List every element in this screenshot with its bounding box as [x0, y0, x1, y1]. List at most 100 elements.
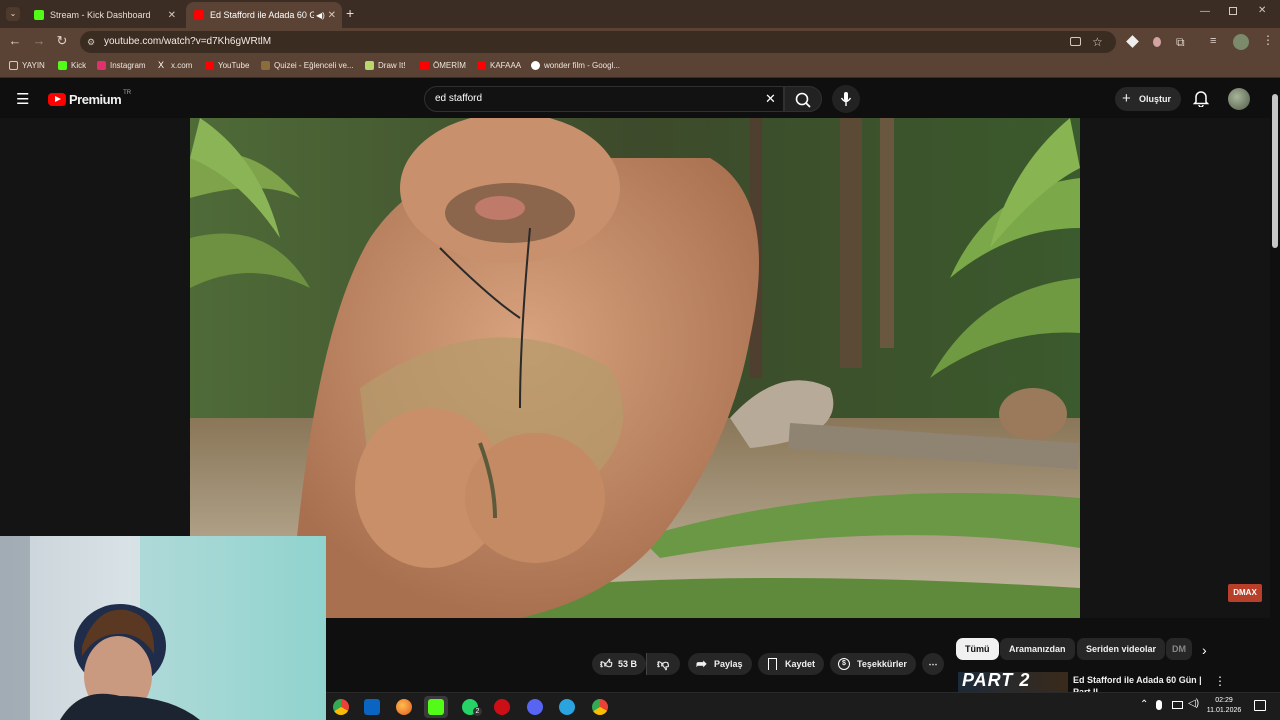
kick-app-icon[interactable]	[428, 699, 444, 715]
logo-text: Premium	[69, 92, 122, 107]
page-scrollbar[interactable]	[1270, 80, 1280, 692]
browser-menu-icon[interactable]: ⋮	[1262, 33, 1274, 47]
chip-dmax[interactable]: DM	[1166, 638, 1192, 660]
browser-tab-strip: ⌄ Stream - Kick Dashboard ✕ Ed Stafford …	[0, 0, 1280, 28]
folder-icon	[9, 61, 18, 70]
bookmark-label: wonder film - Googl...	[544, 61, 621, 70]
extension-diamond-icon[interactable]	[1126, 35, 1139, 48]
super-thanks-icon: $	[838, 658, 850, 670]
scrollbar-thumb[interactable]	[1272, 94, 1278, 248]
share-button[interactable]: ➦ Paylaş	[688, 653, 752, 675]
outlook-icon[interactable]	[364, 699, 380, 715]
clear-search-icon[interactable]: ✕	[765, 87, 776, 111]
like-button[interactable]: 👍︎ 53 B	[592, 653, 646, 675]
notifications-bell-icon[interactable]	[1192, 89, 1210, 112]
bookmark-kick[interactable]: Kick	[58, 61, 86, 70]
forward-icon[interactable]: →	[30, 33, 48, 48]
youtube-icon	[194, 10, 204, 20]
bookmark-label: ÖMERİM	[433, 61, 466, 70]
tab-youtube-video[interactable]: Ed Stafford ile Adada 60 Gü ◀) ✕	[186, 2, 342, 28]
suggested-video-title[interactable]: Ed Stafford ile Adada 60 Gün | Part II	[1073, 674, 1209, 692]
chip-from-search[interactable]: Aramanızdan	[1000, 638, 1075, 660]
chrome-profile-icon[interactable]	[592, 699, 608, 715]
bookmark-omerim[interactable]: ÖMERİM	[420, 61, 466, 70]
profile-avatar[interactable]	[1233, 34, 1249, 50]
webcam-overlay	[0, 536, 326, 720]
reload-icon[interactable]: ↻	[53, 33, 71, 49]
bookmark-quizei[interactable]: Quizei - Eğlenceli ve...	[261, 61, 354, 70]
suggested-more-icon[interactable]: ⋮	[1214, 674, 1226, 688]
microphone-icon	[840, 92, 852, 106]
opera-icon[interactable]	[494, 699, 510, 715]
like-count: 53 B	[618, 659, 638, 669]
bookmark-label: Kick	[71, 61, 87, 70]
webcam-scene	[0, 536, 326, 720]
tab-list-chevron-icon[interactable]: ⌄	[6, 7, 20, 21]
bookmark-label: KAFAAA	[490, 61, 522, 70]
suggested-video-thumbnail[interactable]: PART 2	[958, 672, 1068, 692]
minimize-icon[interactable]: —	[1200, 6, 1210, 17]
bookmark-draw-it[interactable]: Draw It!	[365, 61, 406, 70]
kick-icon	[58, 61, 67, 70]
thumbs-down-icon: 👎︎	[657, 657, 670, 671]
bookmarks-bar: YAYIN Kick Instagram Xx.com YouTube Quiz…	[0, 56, 1280, 78]
tray-network-icon[interactable]	[1172, 701, 1183, 709]
bookmark-wonder-film[interactable]: wonder film - Googl...	[531, 61, 620, 70]
bookmark-kafaaa[interactable]: KAFAAA	[477, 61, 521, 70]
bookmark-youtube[interactable]: YouTube	[205, 61, 249, 70]
clock[interactable]: 02:29 11.01.2026	[1198, 696, 1250, 716]
more-actions-button[interactable]: ⋯	[922, 653, 944, 675]
bookmark-instagram[interactable]: Instagram	[97, 61, 146, 70]
cast-icon[interactable]	[1070, 37, 1081, 46]
address-bar[interactable]: ⚙ youtube.com/watch?v=d7Kh6gWRtlM ☆	[80, 31, 1116, 53]
search-input[interactable]: ed stafford ✕	[424, 86, 784, 112]
telegram-icon[interactable]	[559, 699, 575, 715]
search-button[interactable]	[784, 86, 822, 112]
tray-expand-icon[interactable]: ⌃	[1140, 699, 1148, 710]
url-text: youtube.com/watch?v=d7Kh6gWRtlM	[104, 36, 272, 47]
media-control-icon[interactable]: ≡	[1210, 35, 1216, 47]
notification-center-icon[interactable]	[1254, 700, 1266, 711]
back-icon[interactable]: ←	[6, 33, 24, 48]
save-button[interactable]: Kaydet	[758, 653, 824, 675]
extensions-puzzle-icon[interactable]: ⧉	[1176, 35, 1185, 50]
youtube-logo[interactable]: Premium TR	[48, 90, 131, 107]
search-icon	[795, 92, 811, 108]
site-info-icon[interactable]: ⚙	[87, 31, 95, 53]
chip-from-series[interactable]: Seriden videolar	[1077, 638, 1166, 660]
kick-icon	[34, 10, 44, 20]
bookmark-label: Draw It!	[378, 61, 406, 70]
bookmark-x[interactable]: Xx.com	[158, 61, 192, 71]
tab-title: Ed Stafford ile Adada 60 Gü	[210, 10, 314, 20]
chrome-icon[interactable]	[333, 699, 349, 715]
tray-microphone-icon[interactable]	[1156, 700, 1162, 710]
chip-all[interactable]: Tümü	[956, 638, 999, 660]
discord-icon[interactable]	[527, 699, 543, 715]
firefox-icon[interactable]	[396, 699, 412, 715]
suggested-title-line1: Ed Stafford ile Adada 60 Gün |	[1073, 675, 1202, 685]
close-tab-icon[interactable]: ✕	[168, 10, 176, 21]
close-tab-icon[interactable]: ✕	[328, 10, 336, 21]
extension-drop-icon[interactable]	[1153, 37, 1161, 47]
new-tab-button[interactable]: +	[346, 5, 354, 21]
share-label: Paylaş	[714, 659, 743, 669]
youtube-play-icon	[48, 93, 66, 106]
maximize-icon[interactable]	[1229, 7, 1237, 15]
thanks-button[interactable]: $ Teşekkürler	[830, 653, 916, 675]
chevron-right-icon[interactable]: ›	[1202, 642, 1207, 658]
voice-search-button[interactable]	[832, 85, 860, 113]
close-window-icon[interactable]: ✕	[1258, 5, 1266, 16]
create-button[interactable]: + Oluştur	[1115, 87, 1181, 111]
account-avatar[interactable]	[1228, 88, 1250, 110]
google-icon	[531, 61, 540, 70]
bookmark-yayin[interactable]: YAYIN	[9, 61, 45, 70]
quizei-icon	[261, 61, 270, 70]
thanks-label: Teşekkürler	[857, 659, 907, 669]
youtube-icon	[477, 61, 486, 70]
hamburger-menu-icon[interactable]: ☰	[16, 90, 29, 108]
bookmark-star-icon[interactable]: ☆	[1092, 31, 1103, 53]
speaker-icon[interactable]: ◀)	[316, 11, 325, 20]
thumbs-up-icon: 👍︎	[600, 657, 613, 671]
dislike-button[interactable]: 👎︎	[646, 653, 680, 675]
tab-kick-dashboard[interactable]: Stream - Kick Dashboard ✕	[26, 2, 182, 28]
